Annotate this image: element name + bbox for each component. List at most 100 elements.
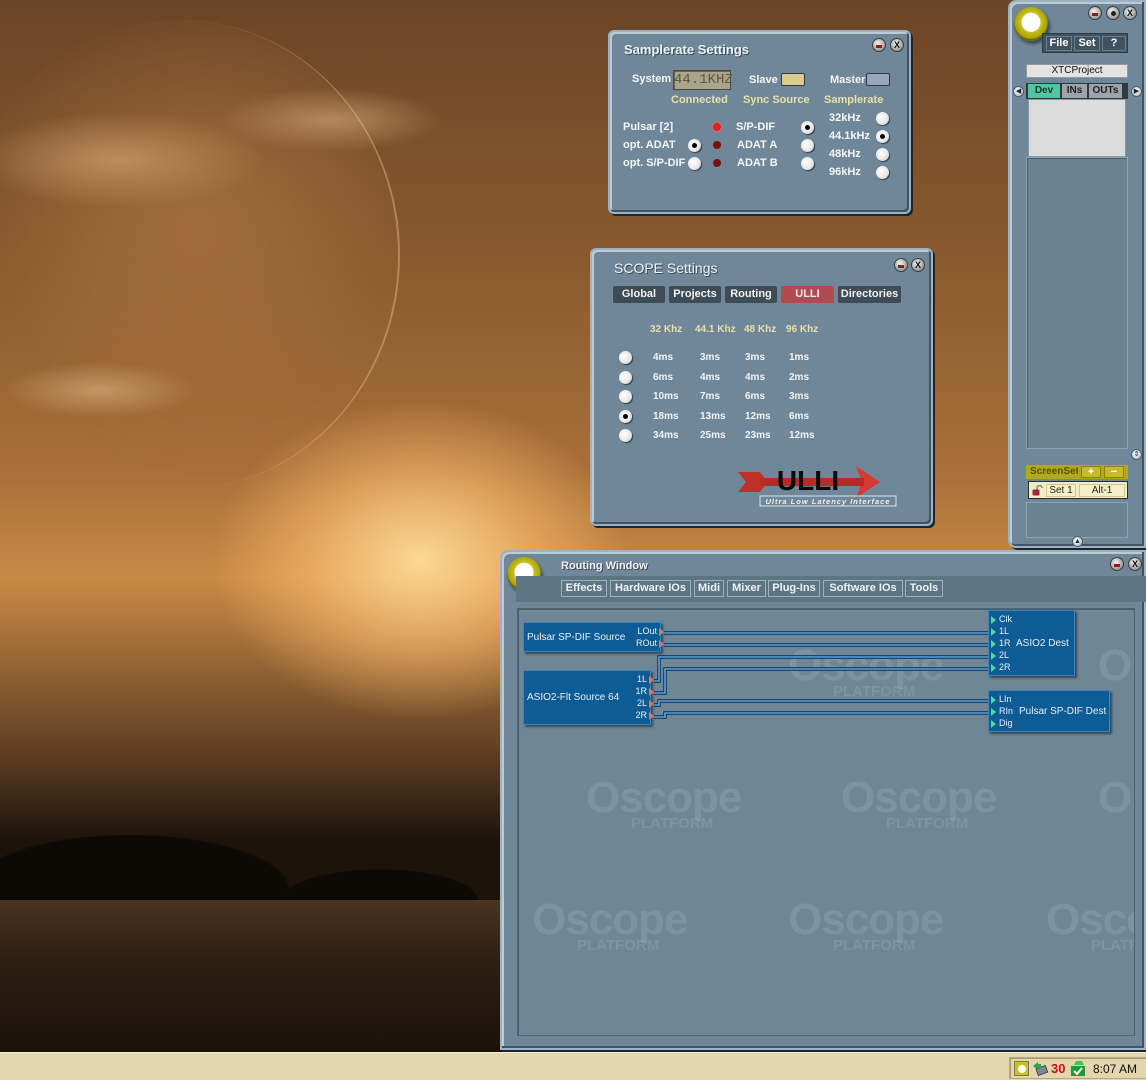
close-icon[interactable]: X (890, 38, 904, 52)
latency-option-radio[interactable] (619, 370, 632, 384)
scroll-up-icon[interactable]: ▲ (1072, 536, 1083, 547)
module-asio2-dest[interactable]: ASIO2 Dest Clk 1L 1R 2L 2R (988, 610, 1075, 676)
routing-window: Routing Window X Effects Hardware IOs Mi… (500, 550, 1146, 1050)
sync-spdif-radio[interactable] (801, 121, 814, 134)
samplerate-option-label: 44.1kHz (829, 130, 870, 142)
connection-wire[interactable] (654, 712, 992, 718)
module-pulsar-spdif-source[interactable]: Pulsar SP-DIF Source LOut ROut (523, 622, 665, 652)
unlocked-lock-icon[interactable] (1032, 485, 1043, 496)
tab-ins[interactable]: INs (1062, 84, 1087, 98)
opt-spdif-radio[interactable] (688, 157, 701, 170)
close-icon[interactable]: X (1128, 557, 1142, 571)
sync-source-label: ADAT B (737, 157, 778, 169)
connection-wire[interactable] (654, 667, 992, 695)
connected-item-label: Pulsar [2] (623, 121, 674, 133)
close-icon[interactable]: X (1123, 6, 1137, 20)
scroll-right-icon[interactable]: ▶ (1131, 86, 1142, 97)
menu-software-ios[interactable]: Software IOs (823, 580, 903, 597)
connection-wire[interactable] (654, 700, 992, 706)
samplerate-option-label: 32kHz (829, 112, 861, 124)
samplerate-96k-radio[interactable] (876, 166, 889, 179)
latency-option-radio[interactable] (619, 390, 632, 403)
latency-value: 6ms (789, 410, 810, 422)
tab-directories[interactable]: Directories (838, 286, 901, 303)
opt-adat-radio[interactable] (688, 139, 701, 152)
system-samplerate-display: 44.1KHZ (673, 70, 733, 90)
menu-midi[interactable]: Midi (694, 580, 724, 597)
clock: 8:07 AM (1093, 1062, 1138, 1076)
tab-outs[interactable]: OUTs (1089, 84, 1122, 98)
latency-value: 3ms (789, 391, 810, 402)
connection-led (713, 159, 721, 167)
latency-option-radio[interactable] (619, 429, 632, 442)
sync-source-label: S/P-DIF (736, 121, 776, 133)
menu-help[interactable]: ? (1102, 36, 1126, 51)
latency-column-header: 44.1 Khz (695, 324, 736, 335)
screenset-name[interactable]: Set 1 (1046, 484, 1076, 497)
latency-column-header: 48 Khz (744, 324, 777, 335)
sync-adat-a-radio[interactable] (801, 139, 814, 152)
menu-mixer[interactable]: Mixer (727, 580, 766, 597)
tab-ulli[interactable]: ULLI (781, 286, 834, 303)
module-pulsar-spdif-dest[interactable]: Pulsar SP-DIF Dest LIn RIn Dig (988, 690, 1110, 732)
minimize-icon[interactable] (1088, 6, 1102, 20)
screenset-shortcut[interactable]: Alt-1 (1079, 484, 1125, 497)
close-icon[interactable]: X (911, 258, 925, 272)
samplerate-settings-window: Samplerate Settings X System 44.1KHZ Sla… (608, 30, 911, 214)
device-list[interactable] (1028, 99, 1126, 157)
sync-adat-b-radio[interactable] (801, 157, 814, 170)
screensets-label: ScreenSets (1030, 466, 1078, 477)
latency-value: 4ms (745, 371, 766, 383)
samplerate-48k-radio[interactable] (876, 148, 889, 161)
output-port[interactable]: 2R (635, 710, 654, 721)
maximize-icon[interactable] (1106, 6, 1120, 20)
output-port[interactable]: 2L (637, 698, 655, 709)
menu-hardware-ios[interactable]: Hardware IOs (610, 580, 691, 597)
samplerate-44k-radio[interactable] (876, 130, 889, 143)
input-port[interactable]: 2R (991, 662, 1011, 673)
screenset-row[interactable]: Set 1 Alt-1 (1028, 481, 1128, 499)
input-port[interactable]: RIn (990, 706, 1013, 717)
tab-dev[interactable]: Dev (1028, 84, 1060, 98)
slave-button[interactable] (781, 73, 805, 86)
routing-canvas[interactable]: OscopePLATFORM OscopePLATFORM OscopePLAT… (517, 608, 1135, 1036)
output-port[interactable]: 1R (635, 686, 654, 697)
menu-plug-ins[interactable]: Plug-Ins (768, 580, 820, 597)
master-button[interactable] (866, 73, 890, 86)
project-name: XTCProject (1026, 64, 1128, 78)
tab-projects[interactable]: Projects (669, 286, 721, 303)
latency-option-radio[interactable] (619, 409, 632, 423)
green-check-tray-icon[interactable] (1070, 1060, 1086, 1077)
minimize-icon[interactable] (894, 258, 908, 272)
menu-file[interactable]: File (1046, 36, 1072, 51)
input-port[interactable]: 1R (991, 638, 1011, 649)
add-screenset-button[interactable]: + (1081, 466, 1101, 478)
tab-routing[interactable]: Routing (725, 286, 777, 303)
connection-wire[interactable] (654, 668, 992, 694)
network-tray-icon[interactable] (1032, 1061, 1048, 1076)
menu-tools[interactable]: Tools (905, 580, 943, 597)
menu-set[interactable]: Set (1074, 36, 1100, 51)
output-port[interactable]: LOut (637, 626, 664, 637)
system-tray: 30 8:07 AM (1009, 1057, 1146, 1079)
screensets-area (1026, 502, 1128, 538)
scope-tray-icon[interactable] (1014, 1061, 1029, 1076)
scroll-left-icon[interactable]: ◀ (1013, 86, 1024, 97)
scope-settings-window: SCOPE Settings X Global Projects Routing… (590, 248, 933, 526)
latency-option-radio[interactable] (619, 351, 632, 364)
remove-screenset-button[interactable]: − (1104, 466, 1124, 478)
input-port[interactable]: Clk (991, 614, 1012, 625)
input-port[interactable]: 2L (990, 650, 1009, 661)
output-port[interactable]: 1L (637, 674, 655, 685)
menu-effects[interactable]: Effects (561, 580, 607, 597)
minimize-icon[interactable] (872, 38, 886, 52)
minimize-icon[interactable] (1110, 557, 1124, 571)
input-port[interactable]: 1L (990, 626, 1009, 637)
input-port[interactable]: LIn (991, 694, 1012, 705)
module-asio2-flt-source[interactable]: ASIO2-Flt Source 64 1L 1R 2L 2R (523, 670, 655, 725)
resize-splitter-icon[interactable]: ⇕ (1131, 449, 1142, 460)
input-port[interactable]: Dig (991, 718, 1013, 729)
samplerate-32k-radio[interactable] (876, 112, 889, 125)
tab-global[interactable]: Global (613, 286, 665, 303)
output-port[interactable]: ROut (636, 638, 665, 649)
